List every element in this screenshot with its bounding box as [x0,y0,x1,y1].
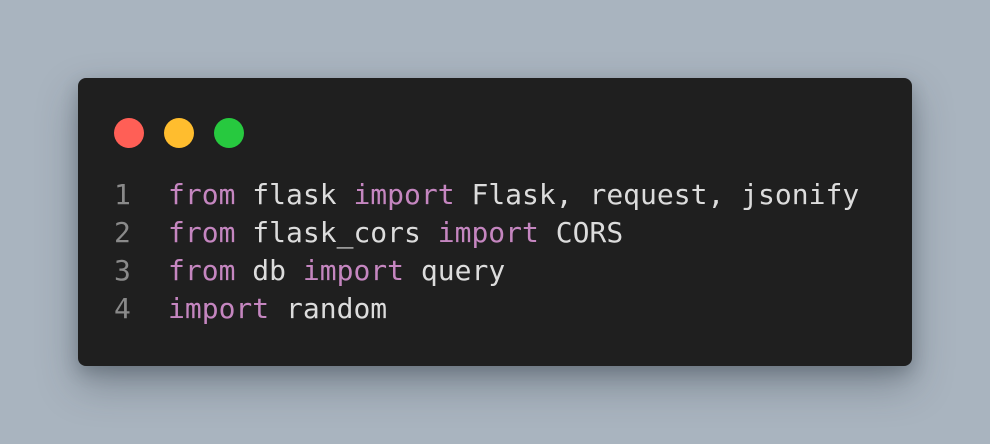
keyword-token: import [168,292,270,325]
line-number: 3 [114,254,131,287]
code-token: CORS [538,216,624,249]
line-number: 4 [114,292,131,325]
code-token: flask_cors [235,216,438,249]
window-controls [114,118,244,148]
code-line: 1 from flask import Flask, request, jsoni… [114,176,892,214]
code-token: random [269,292,388,325]
code-line: 2 from flask_cors import CORS [114,214,892,252]
keyword-token: from [168,216,236,249]
maximize-dot-icon[interactable] [214,118,244,148]
code-token: db [235,254,303,287]
line-number: 1 [114,178,131,211]
code-block: 1 from flask import Flask, request, jsoni… [114,176,892,328]
code-token: flask [235,178,354,211]
code-token: query [404,254,506,287]
keyword-token: from [168,254,236,287]
minimize-dot-icon[interactable] [164,118,194,148]
close-dot-icon[interactable] [114,118,144,148]
keyword-token: import [302,254,405,287]
code-line: 4 import random [114,290,892,328]
line-number: 2 [114,216,131,249]
code-window: 1 from flask import Flask, request, jsoni… [78,78,912,366]
keyword-token: import [353,178,455,211]
keyword-token: import [437,216,539,249]
keyword-token: from [168,178,236,211]
code-token: Flask, request, jsonify [454,178,860,211]
code-line: 3 from db import query [114,252,892,290]
